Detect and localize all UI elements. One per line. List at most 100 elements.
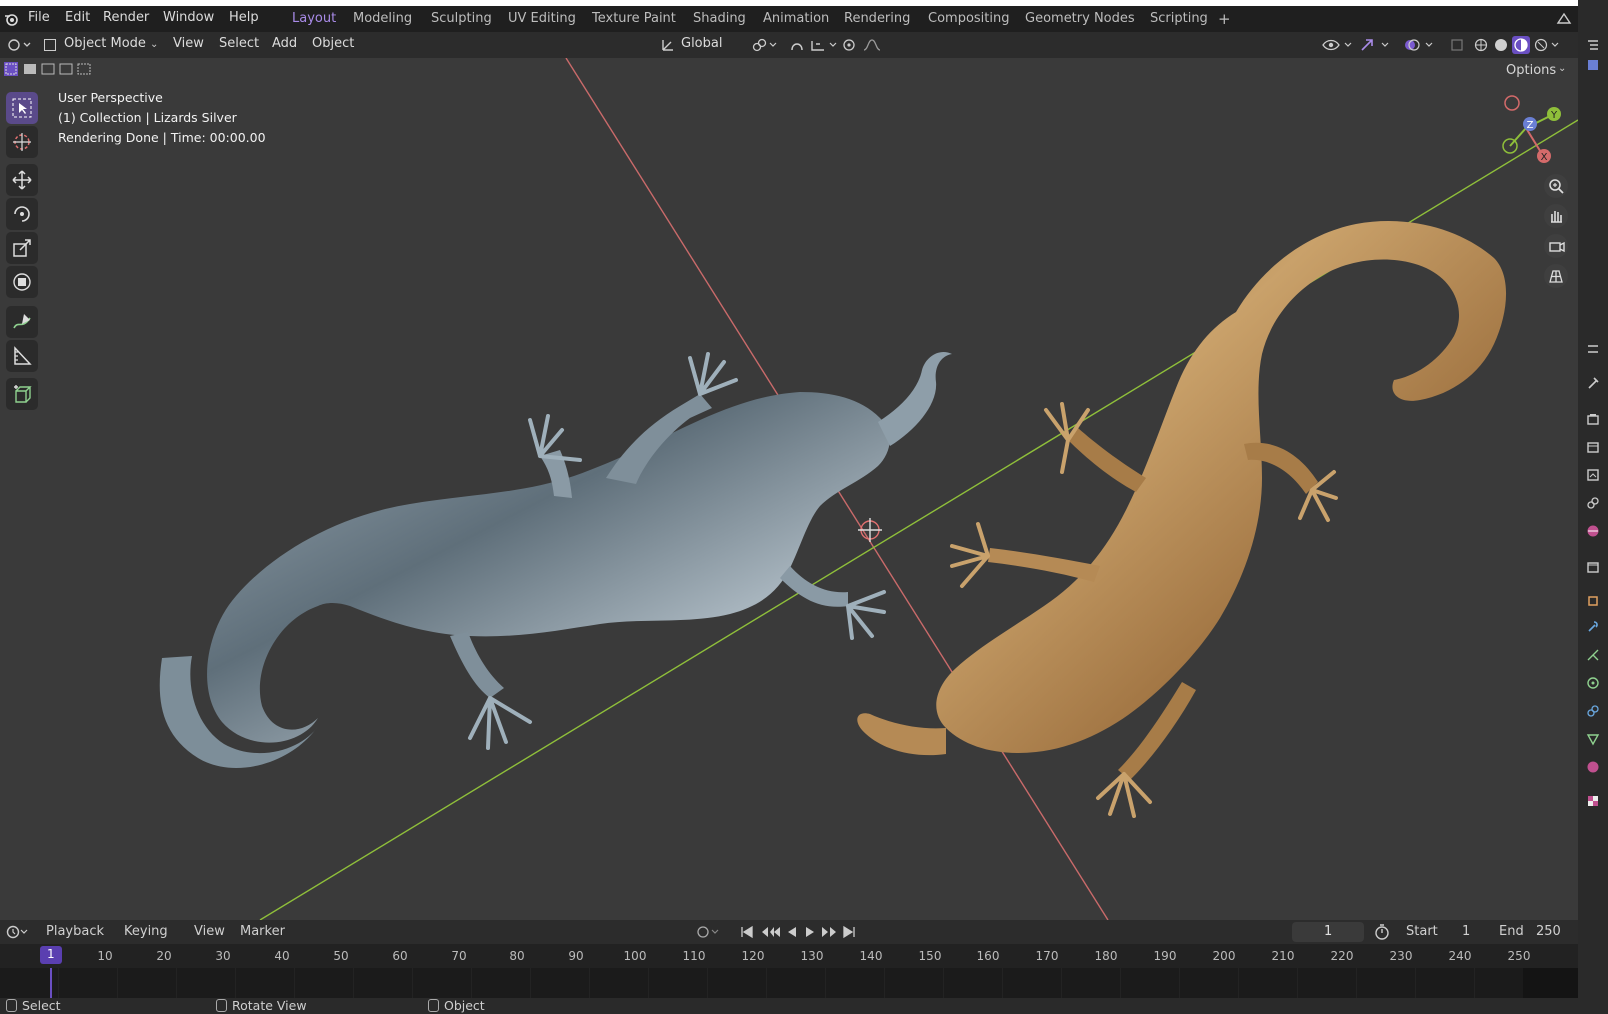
menu-view[interactable]: View: [173, 36, 204, 51]
timeline-editor-icon[interactable]: [6, 925, 30, 939]
wireframe-shading-icon[interactable]: [1474, 38, 1488, 52]
rotate-icon: [14, 206, 30, 222]
output-properties-icon[interactable]: [1586, 440, 1600, 454]
tool-scale[interactable]: [6, 232, 38, 264]
gizmo-toggle-icon[interactable]: [1360, 38, 1394, 52]
outliner-icon[interactable]: [1586, 38, 1600, 52]
menu-object[interactable]: Object: [312, 36, 354, 51]
timeline-ruler[interactable]: 1 10 20 30 40 50 60 70 80 90 100 110 120…: [0, 944, 1578, 968]
constraints-properties-icon[interactable]: [1586, 704, 1600, 718]
modifier-properties-icon[interactable]: [1586, 620, 1600, 634]
tool-rotate[interactable]: [6, 198, 38, 230]
render-properties-icon[interactable]: [1586, 412, 1600, 426]
view-layer-properties-icon[interactable]: [1586, 468, 1600, 482]
tick-label: 150: [918, 949, 942, 963]
auto-keying-icon[interactable]: [696, 925, 724, 939]
marker-menu[interactable]: Marker: [240, 924, 285, 939]
ortho-toggle-button[interactable]: [1544, 264, 1568, 288]
select-box-icon: [12, 98, 32, 118]
tab-modeling[interactable]: Modeling: [353, 11, 412, 26]
particles-properties-icon[interactable]: [1586, 648, 1600, 662]
select-mode-icons[interactable]: [2, 60, 102, 78]
texture-properties-icon[interactable]: [1586, 794, 1600, 808]
zoom-view-button[interactable]: [1544, 174, 1568, 198]
tab-animation[interactable]: Animation: [763, 11, 829, 26]
tool-measure[interactable]: [6, 340, 38, 372]
overlays-icon[interactable]: [1404, 38, 1438, 52]
collection-properties-icon[interactable]: [1586, 560, 1600, 574]
material-properties-icon[interactable]: [1586, 760, 1600, 774]
tool-cursor[interactable]: [6, 126, 38, 158]
object-properties-icon[interactable]: [1586, 594, 1600, 608]
transform-orientation-dropdown[interactable]: Global: [681, 36, 722, 51]
menu-select[interactable]: Select: [219, 36, 259, 51]
tab-compositing[interactable]: Compositing: [928, 11, 1010, 26]
tab-shading[interactable]: Shading: [693, 11, 746, 26]
material-preview-shading-icon[interactable]: [1512, 36, 1530, 54]
tool-move[interactable]: [6, 164, 38, 196]
end-frame-field[interactable]: 250: [1536, 924, 1561, 939]
status-bar: Select Rotate View Object: [0, 998, 1578, 1014]
status-rotate: Rotate View: [216, 998, 307, 1013]
timeline-view-menu[interactable]: View: [194, 924, 225, 939]
pivot-point-icon[interactable]: [752, 38, 780, 52]
solid-shading-icon[interactable]: [1494, 38, 1508, 52]
filter-icon[interactable]: [1586, 58, 1600, 72]
options-label: Options: [1506, 63, 1557, 78]
playhead-frame-badge[interactable]: 1: [40, 946, 62, 964]
editor-type-icon[interactable]: [8, 38, 31, 52]
rendered-shading-icon[interactable]: [1534, 38, 1564, 52]
tool-properties-icon[interactable]: [1586, 376, 1600, 390]
pan-view-button[interactable]: [1544, 204, 1568, 228]
3d-viewport[interactable]: User Perspective (1) Collection | Lizard…: [0, 58, 1578, 920]
tool-transform[interactable]: [6, 266, 38, 298]
tab-geometry-nodes[interactable]: Geometry Nodes: [1025, 11, 1135, 26]
visibility-icon[interactable]: [1322, 38, 1356, 52]
tool-annotate[interactable]: [6, 306, 38, 338]
properties-tab-strip: [1578, 0, 1608, 1014]
tab-texture-paint[interactable]: Texture Paint: [592, 11, 676, 26]
data-properties-icon[interactable]: [1586, 732, 1600, 746]
playback-menu[interactable]: Playback: [46, 924, 104, 939]
viewport-render-status: Rendering Done | Time: 00:00.00: [58, 130, 266, 145]
proportional-editing-icon[interactable]: [842, 38, 890, 52]
menu-edit[interactable]: Edit: [65, 10, 90, 25]
camera-view-button[interactable]: [1544, 234, 1568, 258]
properties-toggle-icon[interactable]: [1586, 342, 1600, 356]
object-mode-dropdown[interactable]: Object Mode: [64, 36, 146, 51]
scene-properties-icon[interactable]: [1586, 496, 1600, 510]
timeline-track[interactable]: [0, 968, 1578, 998]
stopwatch-icon[interactable]: [1374, 924, 1390, 940]
tool-add-cube[interactable]: [6, 378, 38, 410]
add-workspace-button[interactable]: +: [1218, 10, 1231, 28]
start-label: Start: [1406, 924, 1438, 939]
tab-scripting[interactable]: Scripting: [1150, 11, 1208, 26]
tick-label: 190: [1153, 949, 1177, 963]
menu-add[interactable]: Add: [272, 36, 297, 51]
playback-controls[interactable]: [740, 925, 860, 939]
tab-uv-editing[interactable]: UV Editing: [508, 11, 576, 26]
xray-icon[interactable]: [1450, 38, 1464, 52]
tool-select-box[interactable]: [6, 92, 38, 124]
physics-properties-icon[interactable]: [1586, 676, 1600, 690]
keying-menu[interactable]: Keying: [124, 924, 168, 939]
navigation-gizmo[interactable]: Y Z X: [1480, 88, 1570, 168]
menu-help[interactable]: Help: [229, 10, 259, 25]
playhead-line[interactable]: [50, 968, 52, 998]
add-cube-icon: [14, 385, 32, 403]
menu-render[interactable]: Render: [103, 10, 149, 25]
current-frame-field[interactable]: 1: [1292, 922, 1364, 942]
snap-icon[interactable]: [790, 38, 846, 52]
scene-selector-icon[interactable]: [1556, 11, 1572, 27]
tick-label: 50: [333, 949, 349, 963]
menu-window[interactable]: Window: [163, 10, 214, 25]
options-button[interactable]: Options ⌄: [1492, 60, 1572, 82]
tab-rendering[interactable]: Rendering: [844, 11, 910, 26]
blender-logo-icon[interactable]: [4, 12, 18, 26]
current-frame-value: 1: [1324, 924, 1333, 939]
tab-sculpting[interactable]: Sculpting: [431, 11, 492, 26]
start-frame-field[interactable]: 1: [1462, 924, 1470, 939]
menu-file[interactable]: File: [28, 10, 50, 25]
world-properties-icon[interactable]: [1586, 524, 1600, 538]
tab-layout[interactable]: Layout: [292, 11, 336, 26]
